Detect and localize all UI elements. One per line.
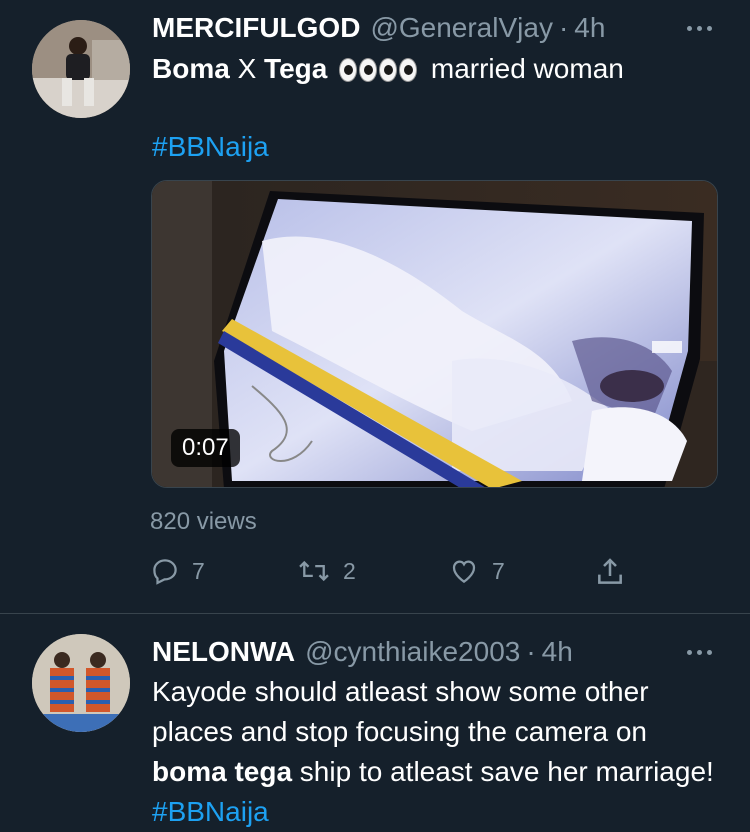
- share-button[interactable]: [594, 556, 626, 588]
- tweet-text: Kayode should atleast show some other pl…: [152, 672, 727, 832]
- retweet-button[interactable]: 2: [297, 556, 356, 586]
- display-name[interactable]: MERCIFULGOD: [152, 12, 360, 44]
- more-horizontal-icon[interactable]: [682, 18, 716, 38]
- timestamp[interactable]: 4h: [542, 636, 573, 668]
- like-count: 7: [492, 557, 505, 584]
- display-name[interactable]: NELONWA: [152, 636, 295, 668]
- tweet-header: NELONWA @cynthiaike2003 · 4h: [152, 636, 573, 668]
- tweet-header: MERCIFULGOD @GeneralVjay · 4h: [152, 12, 605, 44]
- view-count: 820 views: [150, 508, 257, 535]
- tweet-text-bold: Boma: [152, 53, 230, 84]
- avatar-photo: [32, 634, 130, 732]
- avatar[interactable]: [32, 20, 130, 118]
- user-handle[interactable]: @cynthiaike2003: [305, 636, 520, 668]
- tweet-text-bold-2: Tega: [264, 53, 328, 84]
- user-handle[interactable]: @GeneralVjay: [370, 12, 553, 44]
- tweet-actions: 7 2 7: [0, 556, 750, 590]
- tweet-text-part-2: ship to atleast save her marriage!: [292, 756, 714, 787]
- hashtag-link[interactable]: #BBNaija: [152, 127, 269, 167]
- share-icon: [598, 558, 622, 584]
- tweet-text-bold: boma tega: [152, 756, 293, 787]
- retweet-count: 2: [343, 557, 356, 584]
- tweet-text-plain: X: [237, 53, 257, 84]
- eyes-emoji-icon: [339, 49, 419, 89]
- more-horizontal-icon[interactable]: [682, 642, 716, 662]
- timestamp[interactable]: 4h: [574, 12, 605, 44]
- tweet-text-after: married woman: [430, 53, 624, 84]
- reply-count: 7: [192, 557, 205, 584]
- heart-icon: [452, 560, 476, 583]
- avatar[interactable]: [32, 634, 130, 732]
- hashtag-link[interactable]: #BBNaija: [152, 796, 269, 827]
- video-duration: 0:07: [171, 429, 240, 467]
- tweet-card[interactable]: MERCIFULGOD @GeneralVjay · 4h Boma X Teg…: [0, 0, 750, 614]
- separator: ·: [526, 636, 536, 667]
- retweet-icon: [299, 560, 329, 582]
- reply-button[interactable]: 7: [150, 556, 205, 586]
- avatar-photo: [32, 20, 130, 118]
- tweet-text: Boma X Tega married woman: [152, 49, 624, 89]
- like-button[interactable]: 7: [448, 556, 505, 586]
- tweet-text-part-1: Kayode should atleast show some other pl…: [152, 676, 649, 747]
- reply-icon: [153, 559, 177, 585]
- separator: ·: [558, 12, 569, 43]
